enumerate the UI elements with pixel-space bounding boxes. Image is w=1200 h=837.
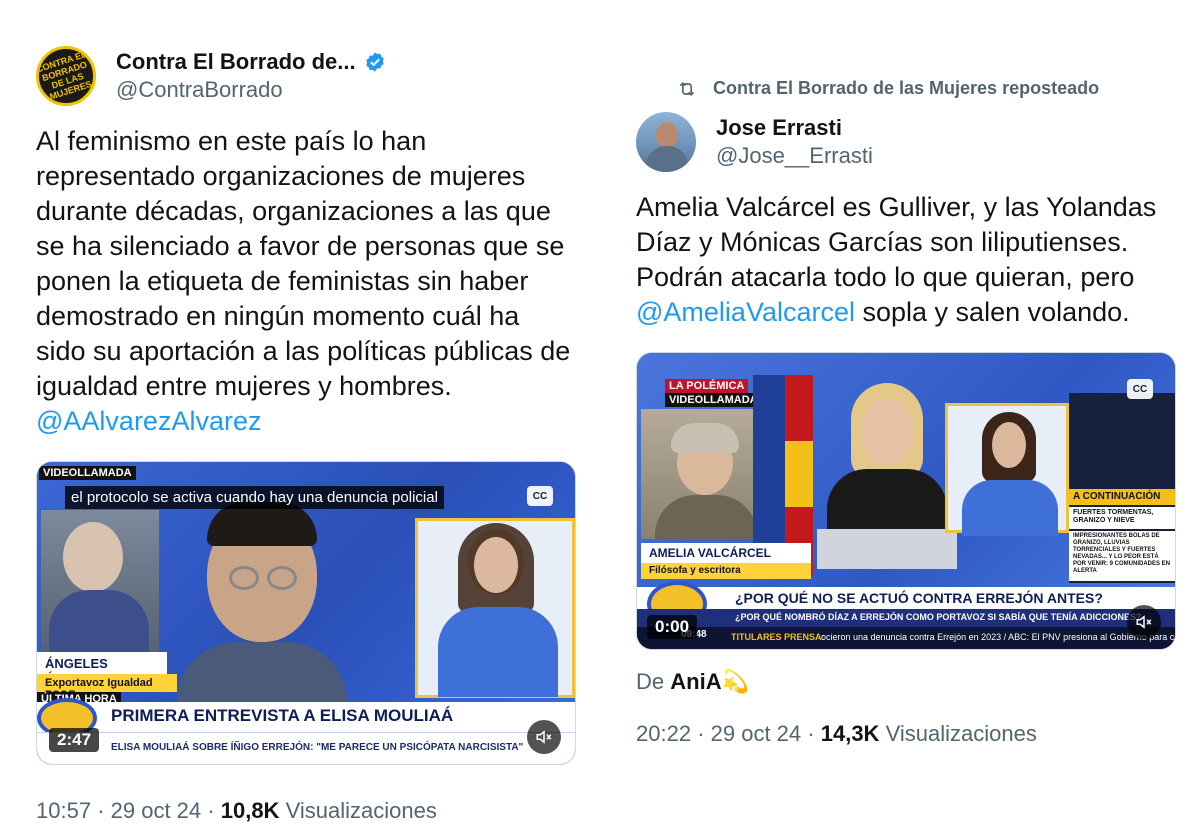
tweet-body-end: sopla y salen volando. (862, 297, 1130, 327)
side-panel-line-1: FUERTES TORMENTAS, GRANIZO Y NIEVE (1069, 507, 1175, 529)
tweet-meta: 20:22 · 29 oct 24 · 14,3K Visualizacione… (636, 720, 1176, 748)
verified-badge-icon (365, 52, 384, 72)
video-person-center (167, 502, 357, 722)
closed-captions-icon[interactable]: CC (1127, 379, 1153, 399)
video-person-name: ÁNGELES ÁLVAREZ (37, 652, 167, 686)
video-player[interactable]: VIDEOLLAMADA el protocolo se activa cuan… (36, 461, 576, 765)
tweet-date[interactable]: 29 oct 24 (111, 798, 202, 823)
tweet-meta: 10:57 · 29 oct 24 · 10,8K Visualizacione… (36, 797, 576, 825)
video-person-role: Exportavoz Igualdad PSOE (37, 674, 177, 701)
video-source-line: De AniA💫 (636, 668, 1176, 696)
video-person-role: Filósofa y escritora (641, 563, 811, 579)
author-display-name[interactable]: Jose Errasti (716, 114, 873, 142)
tweet-date[interactable]: 29 oct 24 (711, 721, 802, 746)
podium (817, 529, 957, 569)
video-tag-second: VIDEOLLAMADA (665, 393, 762, 407)
tweet-body: Amelia Valcárcel es Gulliver, y las Yola… (636, 192, 1157, 292)
author-handle[interactable]: @ContraBorrado (116, 76, 386, 104)
video-player[interactable]: LA POLÉMICA VIDEOLLAMADA A CONTINUACIÓN … (636, 352, 1176, 650)
video-duration: 0:00 (647, 615, 698, 639)
author-handle[interactable]: @Jose__Errasti (716, 142, 873, 170)
repost-icon (679, 81, 695, 96)
video-person-center (817, 383, 957, 559)
tweet-time[interactable]: 10:57 (36, 798, 91, 823)
tweet-body: Al feminismo en este país lo han represe… (36, 126, 571, 401)
tweet-author: CONTRA EL BORRADO DE LAS MUJERES Contra … (36, 44, 576, 108)
views-count: 14,3K (820, 721, 880, 746)
meta-separator: · (207, 798, 215, 823)
ticker-label: TITULARES PRENSA: (731, 632, 825, 642)
closed-captions-icon[interactable]: CC (527, 486, 553, 506)
author-name-text: Contra El Borrado de... (116, 49, 356, 74)
author-display-name[interactable]: Contra El Borrado de... (116, 48, 386, 76)
views-count: 10,8K (220, 798, 280, 823)
video-person-right (945, 403, 1069, 536)
speaker-muted-icon (1136, 615, 1152, 629)
video-person-right (415, 518, 575, 698)
video-person-left (641, 409, 771, 539)
speaker-muted-icon (536, 730, 552, 744)
video-subheadline: ELISA MOULIAÁ SOBRE ÍÑIGO ERREJÓN: "ME P… (111, 742, 524, 753)
video-subheadline: ¿POR QUÉ NOMBRÓ DÍAZ A ERREJÓN COMO PORT… (735, 612, 1142, 622)
video-person-name: AMELIA VALCÁRCEL (641, 543, 811, 563)
side-panel-title: A CONTINUACIÓN (1069, 489, 1175, 505)
from-source-link[interactable]: AniA💫 (670, 669, 749, 694)
tweet-text: Amelia Valcárcel es Gulliver, y las Yola… (636, 190, 1176, 330)
avatar-head (656, 122, 678, 148)
mute-icon[interactable] (1127, 605, 1161, 639)
tweet-jose-errasti[interactable]: Jose Errasti @Jose__Errasti Amelia Valcá… (636, 110, 1176, 748)
video-person-left (41, 510, 159, 660)
video-tag-top: VIDEOLLAMADA (39, 466, 136, 480)
views-label: Visualizaciones (285, 798, 437, 823)
tweet-author: Jose Errasti @Jose__Errasti (636, 110, 1176, 174)
video-caption: el protocolo se activa cuando hay una de… (65, 486, 444, 509)
video-headline: ¿POR QUÉ NO SE ACTUÓ CONTRA ERREJÓN ANTE… (735, 590, 1103, 606)
video-duration: 2:47 (49, 728, 100, 752)
repost-indicator[interactable]: Contra El Borrado de las Mujeres reposte… (677, 78, 1099, 99)
side-panel-line-2: IMPRESIONANTES BOLAS DE GRANIZO, LLUVIAS… (1069, 531, 1175, 581)
avatar[interactable]: CONTRA EL BORRADO DE LAS MUJERES (36, 46, 96, 106)
repost-text: Contra El Borrado de las Mujeres reposte… (713, 78, 1100, 98)
avatar-body (646, 146, 688, 172)
mute-icon[interactable] (527, 720, 561, 754)
meta-separator: · (807, 721, 815, 746)
avatar-logo-text: CONTRA EL BORRADO DE LAS MUJERES (36, 48, 93, 102)
views-label: Visualizaciones (885, 721, 1037, 746)
mention-link[interactable]: @AmeliaValcarcel (636, 297, 855, 327)
tweet-contraborrado[interactable]: CONTRA EL BORRADO DE LAS MUJERES Contra … (36, 44, 576, 825)
author-name-text: Jose Errasti (716, 115, 842, 140)
meta-separator: · (697, 721, 705, 746)
tweet-time[interactable]: 20:22 (636, 721, 691, 746)
mention-link[interactable]: @AAlvarezAlvarez (36, 406, 261, 436)
tweet-text: Al feminismo en este país lo han represe… (36, 124, 576, 439)
ticker-text: ocieron una denuncia contra Errejón en 2… (821, 632, 1176, 642)
meta-separator: · (97, 798, 105, 823)
avatar[interactable] (636, 112, 696, 172)
video-headline: PRIMERA ENTREVISTA A ELISA MOULIAÁ (111, 706, 454, 725)
from-prefix: De (636, 669, 665, 694)
video-tag-top: LA POLÉMICA (665, 379, 749, 393)
